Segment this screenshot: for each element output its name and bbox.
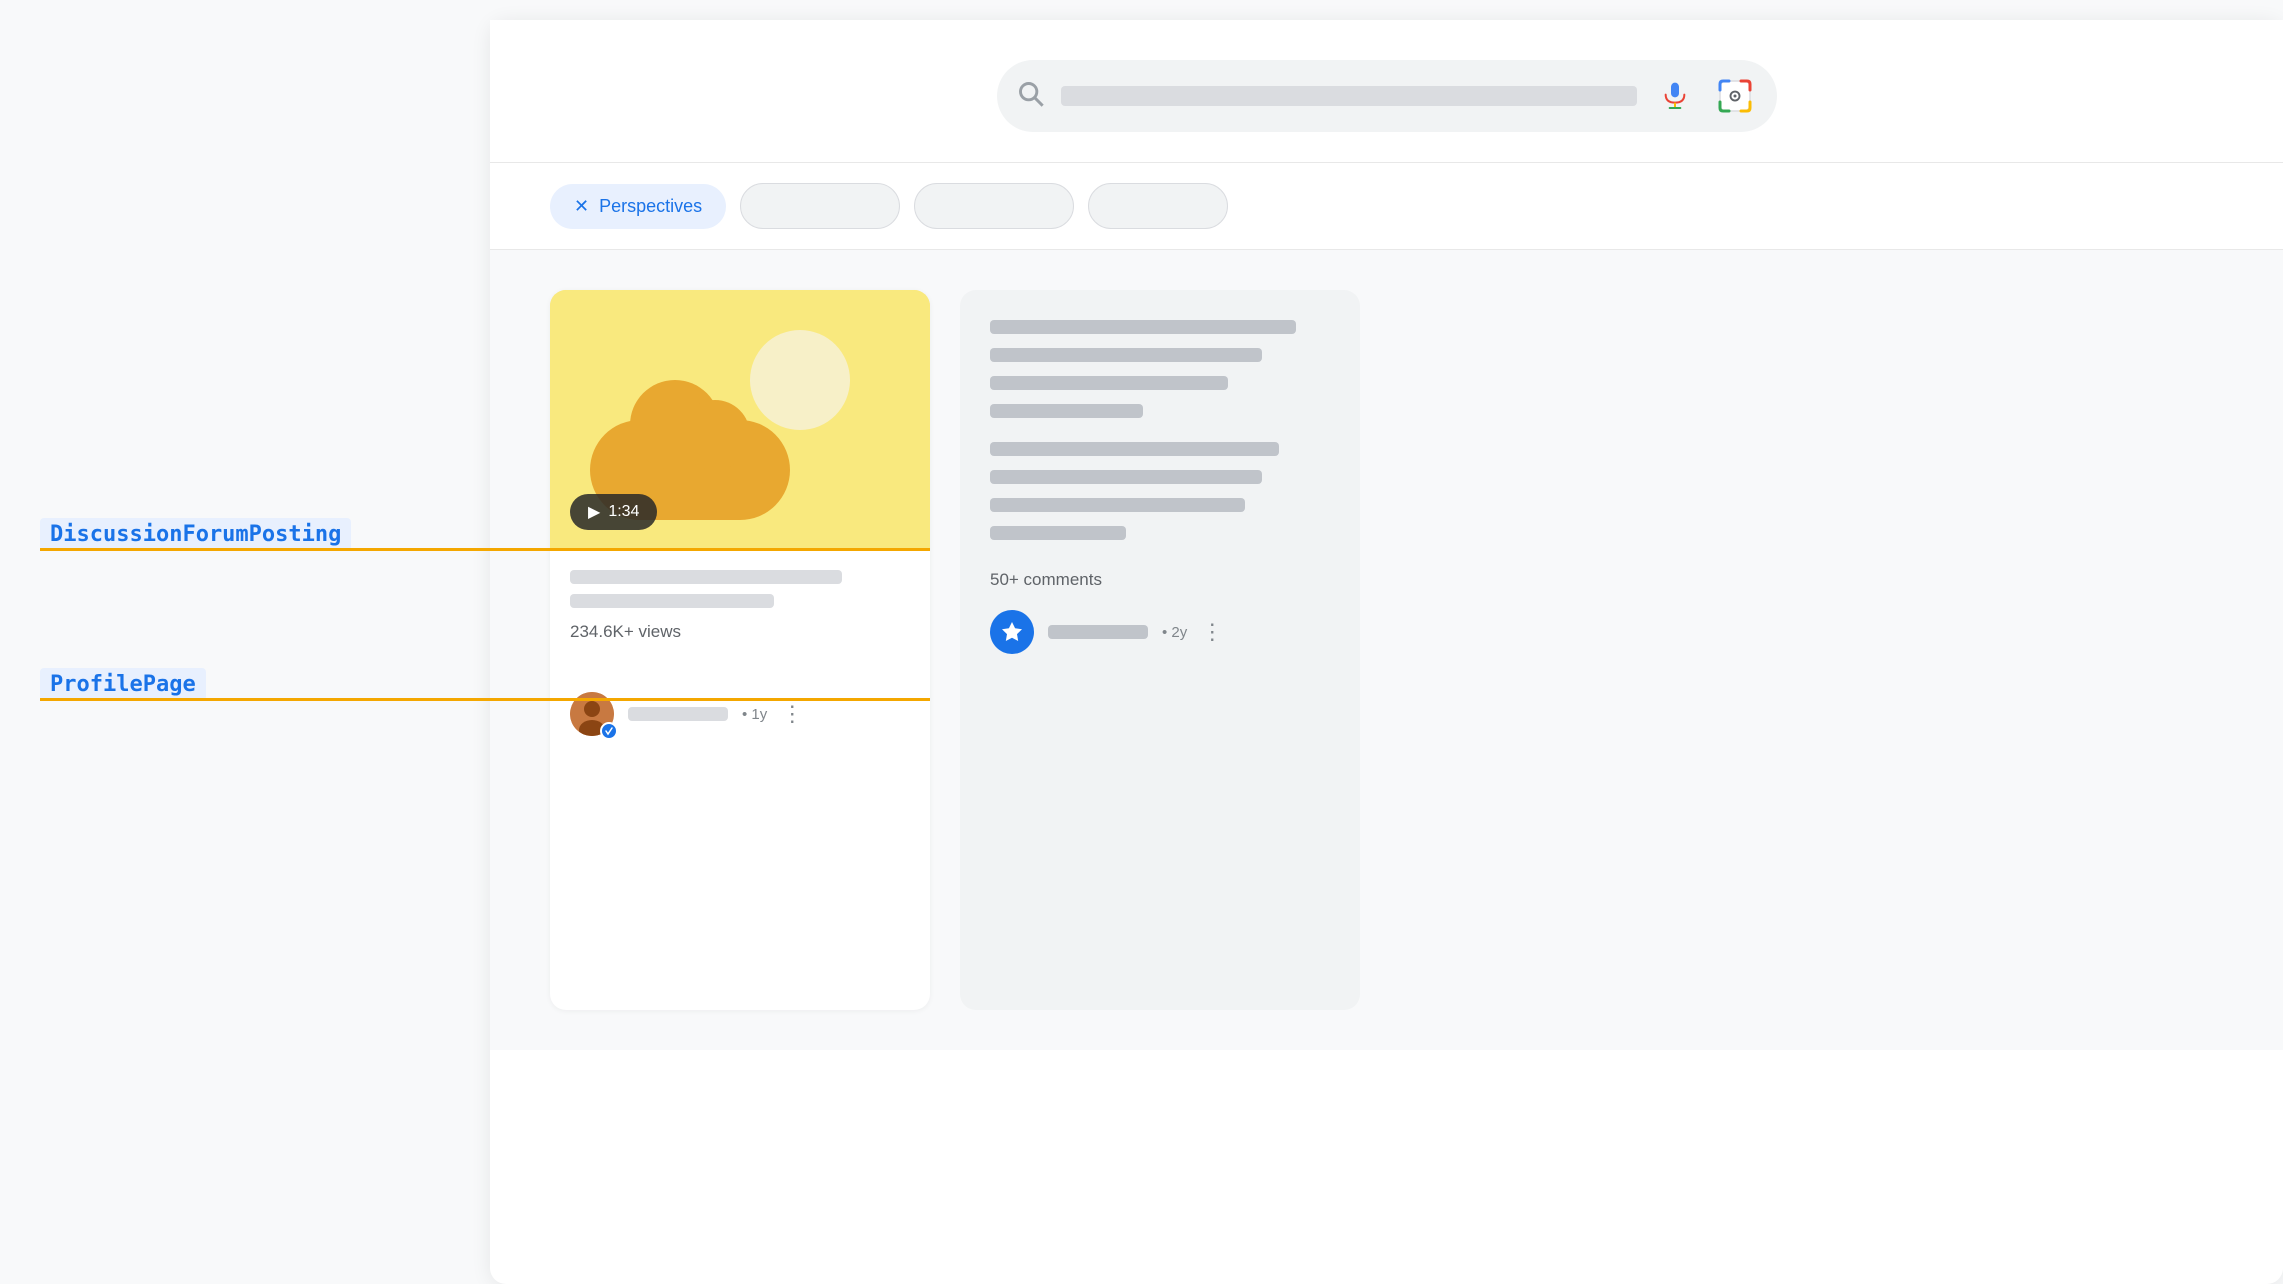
chip-label: Perspectives [599, 196, 702, 217]
more-options-button[interactable]: ⋮ [781, 701, 803, 727]
video-card: ▶ 1:34 234.6K+ views [550, 290, 930, 1010]
comments-count: 50+ comments [990, 570, 1330, 590]
video-thumbnail[interactable]: ▶ 1:34 [550, 290, 930, 550]
chip-inactive-3[interactable] [1088, 183, 1228, 229]
chip-perspectives[interactable]: ✕ Perspectives [550, 184, 726, 229]
video-duration: 1:34 [608, 503, 639, 521]
art-line-3 [990, 376, 1228, 390]
filter-chips-bar: ✕ Perspectives [490, 163, 2283, 250]
article-card-footer: • 2y ⋮ [990, 610, 1330, 654]
art-line-5 [990, 442, 1279, 456]
article-card: 50+ comments • 2y ⋮ [960, 290, 1360, 1010]
annotation-profile-page: ProfilePage [40, 668, 206, 701]
article-text-lines [990, 320, 1330, 540]
video-card-footer: • 1y ⋮ [550, 676, 930, 752]
annotation-line-dfp [40, 548, 930, 551]
play-icon: ▶ [588, 502, 600, 522]
search-right-icons [1653, 74, 1757, 118]
chip-close-icon[interactable]: ✕ [574, 196, 589, 217]
main-container: ✕ Perspectives ▶ 1:34 [490, 20, 2283, 1284]
search-area [490, 20, 2283, 163]
art-line-6 [990, 470, 1262, 484]
art-line-8 [990, 526, 1126, 540]
play-badge[interactable]: ▶ 1:34 [570, 494, 657, 530]
art-line-2 [990, 348, 1262, 362]
chip-inactive-1[interactable] [740, 183, 900, 229]
avatar-verified-badge [600, 722, 618, 740]
chip-inactive-2[interactable] [914, 183, 1074, 229]
search-icon [1017, 80, 1045, 113]
author-name [628, 707, 728, 721]
art-line-4 [990, 404, 1143, 418]
microphone-icon[interactable] [1653, 74, 1697, 118]
search-input[interactable] [1061, 86, 1637, 106]
art-line-7 [990, 498, 1245, 512]
article-time-ago: • 2y [1162, 624, 1187, 641]
content-area: ▶ 1:34 234.6K+ views [490, 250, 2283, 1050]
title-line-2 [570, 594, 774, 608]
art-line-1 [990, 320, 1296, 334]
google-lens-icon[interactable] [1713, 74, 1757, 118]
video-time-ago: • 1y [742, 706, 767, 723]
sun-shape [750, 330, 850, 430]
annotation-discussion-forum-posting: DiscussionForumPosting [40, 518, 351, 551]
title-line-1 [570, 570, 842, 584]
video-info: 234.6K+ views [550, 550, 930, 676]
article-author-avatar[interactable] [990, 610, 1034, 654]
views-count: 234.6K+ views [570, 622, 910, 642]
article-more-options-button[interactable]: ⋮ [1201, 619, 1223, 645]
search-bar[interactable] [997, 60, 1777, 132]
annotation-line-pp [40, 698, 930, 701]
article-author-name [1048, 625, 1148, 639]
